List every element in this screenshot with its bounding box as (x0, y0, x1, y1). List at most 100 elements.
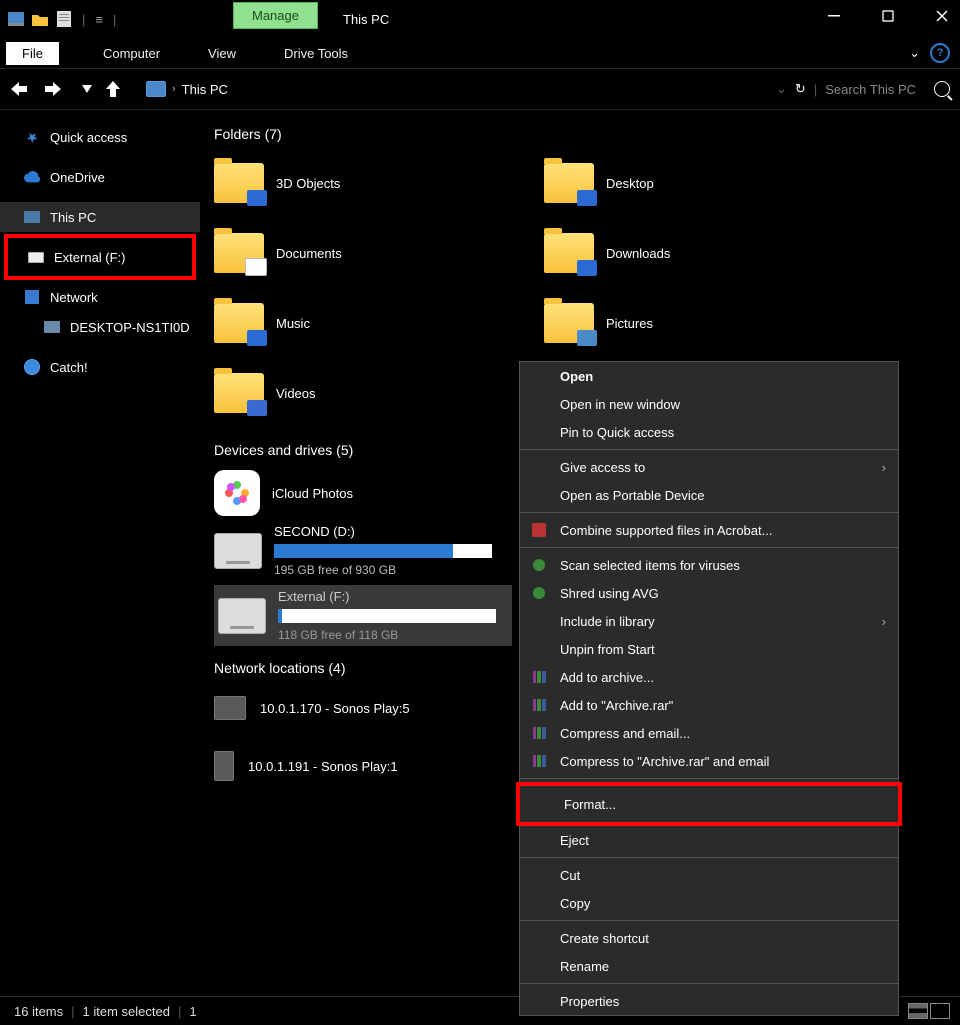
details-view-button[interactable] (908, 1003, 928, 1019)
back-button[interactable] (8, 78, 30, 100)
cm-give-access[interactable]: Give access to› (520, 453, 898, 481)
icloud-icon (214, 470, 260, 516)
view-tab[interactable]: View (194, 42, 250, 65)
drive-second-d[interactable]: SECOND (D:) 195 GB free of 930 GB (214, 524, 504, 577)
up-button[interactable] (102, 78, 124, 100)
folder-label: Music (276, 316, 310, 331)
cm-include-library[interactable]: Include in library› (520, 607, 898, 635)
quick-access-toolbar: | ≡ | (0, 11, 118, 27)
drive-label: SECOND (D:) (274, 524, 504, 539)
forward-button[interactable] (42, 78, 64, 100)
refresh-button[interactable]: ↻ (795, 81, 806, 97)
folder-videos[interactable]: Videos (214, 364, 504, 422)
recent-locations-button[interactable] (76, 78, 98, 100)
cm-add-archive-rar[interactable]: Add to "Archive.rar" (520, 691, 898, 719)
cm-add-archive[interactable]: Add to archive... (520, 663, 898, 691)
breadcrumb-this-pc[interactable]: This PC (182, 82, 228, 97)
folder-label: Pictures (606, 316, 653, 331)
cm-create-shortcut[interactable]: Create shortcut (520, 924, 898, 952)
cm-combine-acrobat[interactable]: Combine supported files in Acrobat... (520, 516, 898, 544)
avg-icon (530, 556, 548, 574)
address-dropdown-icon[interactable]: ⌄ (776, 81, 787, 97)
qat-separator: | (113, 12, 116, 27)
folder-icon (544, 233, 594, 273)
file-tab[interactable]: File (6, 42, 59, 65)
minimize-button[interactable] (822, 4, 846, 28)
sidebar-network-node[interactable]: DESKTOP-NS1TI0D (0, 312, 200, 342)
window-title: This PC (343, 12, 389, 27)
folder-downloads[interactable]: Downloads (544, 224, 834, 282)
hdd-icon (214, 533, 262, 569)
close-button[interactable] (930, 4, 954, 28)
drive-external-f[interactable]: External (F:) 118 GB free of 118 GB (214, 585, 512, 646)
help-icon[interactable]: ? (930, 43, 950, 63)
status-item-count: 16 items (14, 1004, 63, 1019)
drive-label: External (F:) (278, 589, 508, 604)
avg-icon (530, 584, 548, 602)
view-mode-switcher (908, 1003, 950, 1019)
sidebar-catch[interactable]: Catch! (0, 352, 200, 382)
submenu-arrow-icon: › (882, 460, 886, 475)
sidebar-network[interactable]: Network (0, 282, 200, 312)
sidebar-item-label: Catch! (50, 360, 88, 375)
folder-pictures[interactable]: Pictures (544, 294, 834, 352)
properties-icon[interactable] (56, 11, 72, 27)
section-folders-header[interactable]: Folders (7) (214, 126, 946, 142)
sidebar-item-label: Quick access (50, 130, 127, 145)
maximize-button[interactable] (876, 4, 900, 28)
sidebar-item-label: OneDrive (50, 170, 105, 185)
qat-separator: | (82, 12, 85, 27)
cm-open[interactable]: Open (520, 362, 898, 390)
sidebar-external-drive[interactable]: External (F:) (4, 234, 196, 280)
cm-separator (520, 920, 898, 921)
sidebar-this-pc[interactable]: This PC (0, 202, 200, 232)
drive-usage-bar (274, 544, 492, 558)
network-label: 10.0.1.170 - Sonos Play:5 (260, 701, 410, 716)
folder-documents[interactable]: Documents (214, 224, 504, 282)
drive-label: iCloud Photos (272, 486, 353, 501)
cm-compress-rar-email[interactable]: Compress to "Archive.rar" and email (520, 747, 898, 775)
sidebar-item-label: Network (50, 290, 98, 305)
cm-portable-device[interactable]: Open as Portable Device (520, 481, 898, 509)
computer-icon (44, 319, 60, 335)
address-bar[interactable]: › This PC (146, 81, 228, 97)
icons-view-button[interactable] (930, 1003, 950, 1019)
cm-scan-viruses[interactable]: Scan selected items for viruses (520, 551, 898, 579)
manage-contextual-tab[interactable]: Manage (233, 2, 318, 29)
pin-icon: ★ (21, 126, 43, 148)
sidebar-quick-access[interactable]: ★ Quick access (0, 122, 200, 152)
cm-rename[interactable]: Rename (520, 952, 898, 980)
cm-open-new-window[interactable]: Open in new window (520, 390, 898, 418)
breadcrumb-chevron-icon: › (172, 83, 176, 95)
sidebar-onedrive[interactable]: OneDrive (0, 162, 200, 192)
cm-properties[interactable]: Properties (520, 987, 898, 1015)
cm-separator (520, 857, 898, 858)
folder-3d-objects[interactable]: 3D Objects (214, 154, 504, 212)
cm-pin-quick-access[interactable]: Pin to Quick access (520, 418, 898, 446)
icloud-photos[interactable]: iCloud Photos (214, 470, 504, 516)
folder-icon[interactable] (32, 11, 48, 27)
folder-icon (214, 163, 264, 203)
drive-tools-tab[interactable]: Drive Tools (270, 42, 362, 65)
winrar-icon (530, 724, 548, 742)
search-placeholder[interactable]: Search This PC (825, 82, 916, 97)
cm-cut[interactable]: Cut (520, 861, 898, 889)
folder-music[interactable]: Music (214, 294, 504, 352)
network-label: 10.0.1.191 - Sonos Play:1 (248, 759, 398, 774)
cm-format[interactable]: Format... (516, 782, 902, 826)
search-icon[interactable] (934, 81, 950, 97)
cm-unpin-start[interactable]: Unpin from Start (520, 635, 898, 663)
folder-desktop[interactable]: Desktop (544, 154, 834, 212)
cm-shred[interactable]: Shred using AVG (520, 579, 898, 607)
ribbon-collapse-icon[interactable]: ⌄ (909, 45, 920, 61)
computer-tab[interactable]: Computer (89, 42, 174, 65)
globe-icon (24, 359, 40, 375)
sidebar-item-label: DESKTOP-NS1TI0D (70, 320, 190, 335)
status-separator: | (71, 1004, 74, 1019)
cm-separator (520, 449, 898, 450)
qat-customize[interactable]: ≡ (95, 12, 103, 27)
cloud-icon (24, 169, 40, 185)
cm-eject[interactable]: Eject (520, 826, 898, 854)
cm-copy[interactable]: Copy (520, 889, 898, 917)
cm-compress-email[interactable]: Compress and email... (520, 719, 898, 747)
